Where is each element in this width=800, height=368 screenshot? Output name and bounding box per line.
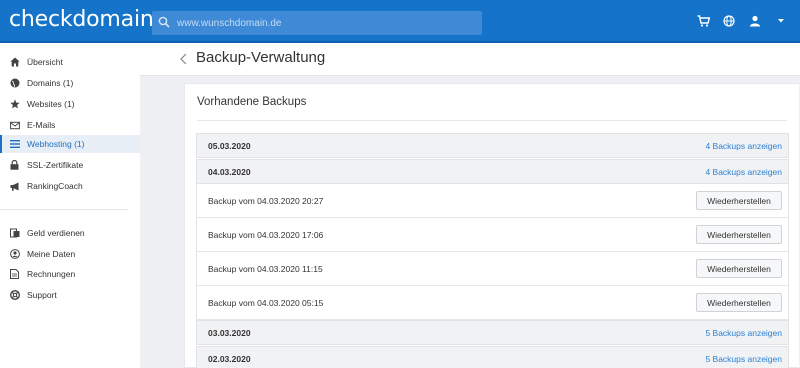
main-content: Backup-Verwaltung Vorhandene Backups 05.…	[140, 43, 800, 368]
sidebar-item-label: Übersicht	[27, 57, 63, 67]
cart-icon[interactable]	[696, 14, 710, 28]
restore-button[interactable]: Wiederherstellen	[696, 225, 782, 244]
group-date: 02.03.2020	[208, 353, 251, 364]
menu-icon	[9, 139, 20, 150]
search-icon	[158, 16, 170, 30]
restore-button[interactable]: Wiederherstellen	[696, 259, 782, 278]
card-title: Vorhandene Backups	[197, 96, 307, 108]
home-icon	[9, 57, 20, 68]
sidebar-item-label: RankingCoach	[27, 181, 83, 191]
backups-card: Vorhandene Backups 05.03.2020 4 Backups …	[184, 83, 799, 368]
sidebar-item-uebersicht[interactable]: Übersicht	[0, 53, 140, 71]
restore-button[interactable]: Wiederherstellen	[696, 293, 782, 312]
document-icon	[9, 269, 20, 280]
sidebar-item-rankingcoach[interactable]: RankingCoach	[0, 177, 140, 195]
globe-icon	[9, 78, 20, 89]
user-icon[interactable]	[748, 14, 762, 28]
sidebar-item-label: Websites (1)	[27, 99, 75, 109]
sidebar-item-rechnungen[interactable]: Rechnungen	[0, 265, 140, 283]
chevron-left-icon[interactable]	[180, 52, 190, 66]
sidebar-item-meine-daten[interactable]: Meine Daten	[0, 245, 140, 263]
backup-label: Backup vom 04.03.2020 11:15	[208, 263, 323, 274]
search-input[interactable]	[177, 17, 467, 29]
backup-label: Backup vom 04.03.2020 17:06	[208, 229, 324, 240]
show-backups-link[interactable]: 4 Backups anzeigen	[705, 167, 782, 177]
sidebar-item-emails[interactable]: E-Mails	[0, 116, 140, 134]
sidebar-item-support[interactable]: Support	[0, 286, 140, 304]
backup-label: Backup vom 04.03.2020 05:15	[208, 297, 324, 308]
sidebar-divider	[0, 209, 128, 210]
backup-row: Backup vom 04.03.2020 05:15 Wiederherste…	[196, 286, 789, 320]
backup-group-row[interactable]: 02.03.2020 5 Backups anzeigen	[196, 346, 789, 368]
show-backups-link[interactable]: 5 Backups anzeigen	[705, 354, 782, 364]
show-backups-link[interactable]: 4 Backups anzeigen	[705, 141, 782, 151]
money-icon	[9, 228, 20, 239]
sidebar-item-label: Meine Daten	[27, 249, 76, 259]
star-icon	[9, 99, 20, 110]
sidebar-item-label: SSL-Zertifikate	[27, 160, 84, 170]
backup-row: Backup vom 04.03.2020 20:27 Wiederherste…	[196, 184, 789, 218]
globe-icon[interactable]	[722, 14, 736, 28]
sidebar-item-label: Rechnungen	[27, 269, 76, 279]
backup-group-row[interactable]: 04.03.2020 4 Backups anzeigen	[196, 159, 789, 184]
lifebuoy-icon	[9, 290, 20, 301]
sidebar-item-websites[interactable]: Websites (1)	[0, 95, 140, 113]
show-backups-link[interactable]: 5 Backups anzeigen	[705, 328, 782, 338]
backup-group-row[interactable]: 05.03.2020 4 Backups anzeigen	[196, 133, 789, 158]
group-date: 04.03.2020	[208, 166, 251, 177]
page-title: Backup-Verwaltung	[196, 49, 326, 66]
megaphone-icon	[9, 181, 20, 192]
sidebar-item-label: Webhosting (1)	[27, 139, 85, 149]
page-header: Backup-Verwaltung	[140, 43, 800, 76]
sidebar-item-domains[interactable]: Domains (1)	[0, 74, 140, 92]
mail-icon	[9, 120, 20, 131]
group-date: 05.03.2020	[208, 140, 251, 151]
chevron-down-icon[interactable]	[774, 14, 788, 28]
sidebar-item-ssl[interactable]: SSL-Zertifikate	[0, 156, 140, 174]
lock-icon	[9, 160, 20, 171]
top-header: checkdomain	[0, 0, 800, 43]
search-bar[interactable]	[152, 11, 482, 35]
sidebar-item-webhosting[interactable]: Webhosting (1)	[0, 135, 140, 153]
sidebar-item-label: Domains (1)	[27, 78, 74, 88]
backup-row: Backup vom 04.03.2020 11:15 Wiederherste…	[196, 252, 789, 286]
restore-button[interactable]: Wiederherstellen	[696, 191, 782, 210]
backup-row: Backup vom 04.03.2020 17:06 Wiederherste…	[196, 218, 789, 252]
group-date: 03.03.2020	[208, 327, 251, 338]
card-divider	[197, 120, 787, 121]
sidebar-item-geld-verdienen[interactable]: Geld verdienen	[0, 224, 140, 242]
sidebar-item-label: Support	[27, 290, 57, 300]
sidebar-item-label: Geld verdienen	[27, 228, 85, 238]
sidebar-item-label: E-Mails	[27, 120, 56, 130]
backup-label: Backup vom 04.03.2020 20:27	[208, 195, 324, 206]
sidebar: Übersicht Domains (1) Websites (1) E-Mai…	[0, 43, 140, 368]
backup-group-row[interactable]: 03.03.2020 5 Backups anzeigen	[196, 320, 789, 345]
user-circle-icon	[9, 249, 20, 260]
logo[interactable]: checkdomain	[9, 7, 154, 32]
